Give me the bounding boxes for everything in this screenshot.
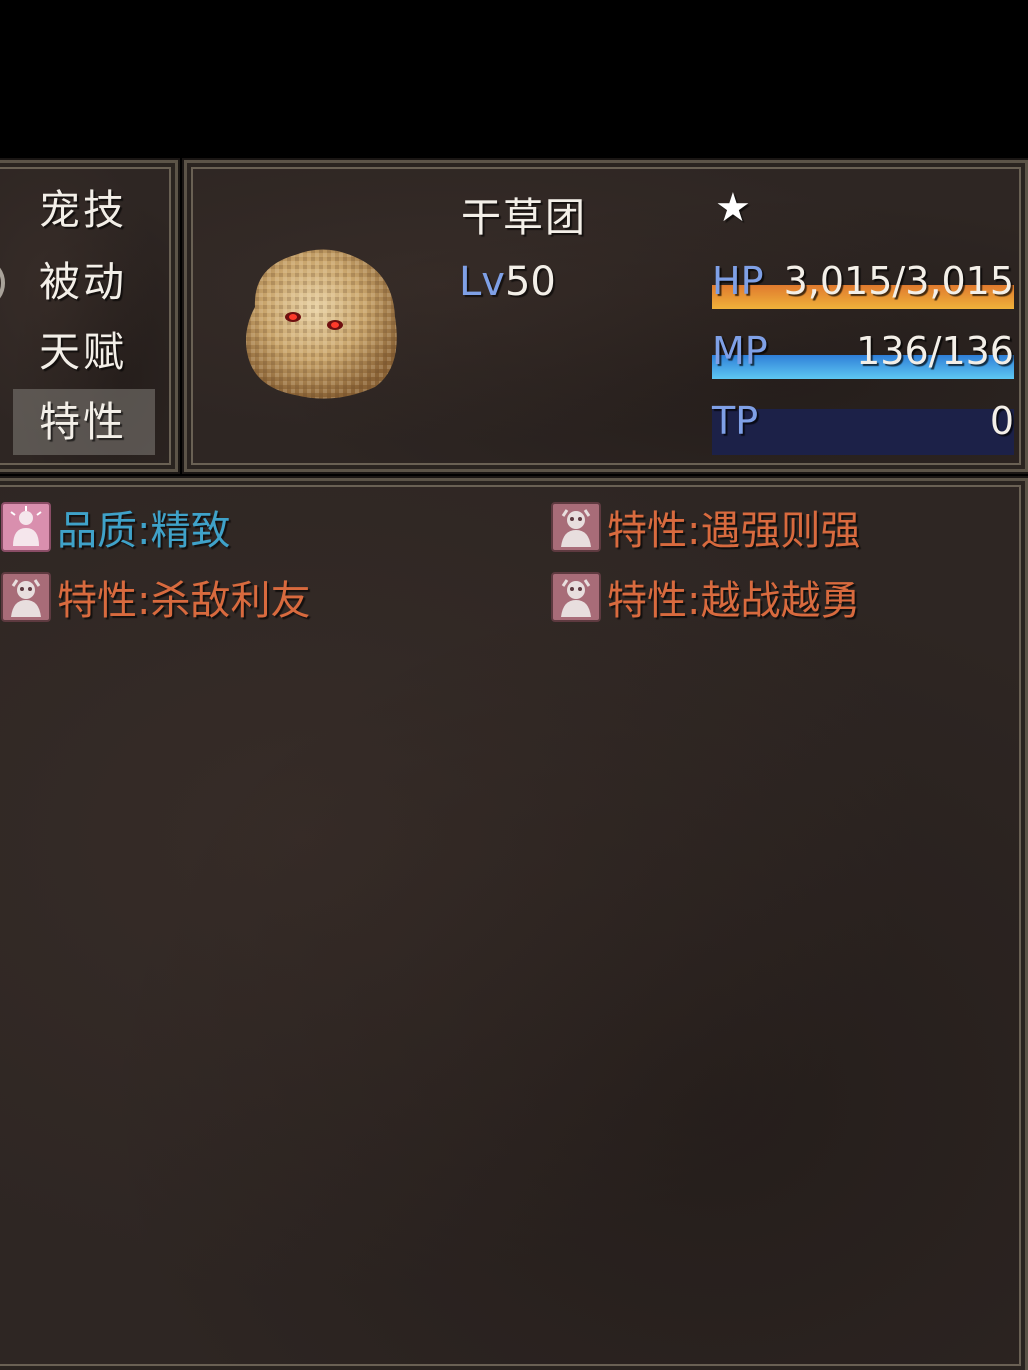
traits-list-window: 品质:精致 特性:遇强则强 特性:杀敌利友 特性:越战越勇 <box>0 478 1028 1370</box>
trait-monster-icon <box>1 572 51 622</box>
command-traits[interactable]: 特性 <box>13 389 155 455</box>
hp-label: HP <box>712 259 764 303</box>
quality-person-icon <box>1 502 51 552</box>
tp-gauge: TP 0 <box>712 395 1014 455</box>
hp-gauge: HP 3,015/3,015 <box>712 255 1014 315</box>
star-rank-icon: ★ <box>715 185 751 231</box>
trait-item-braver-in-battle[interactable]: 特性:越战越勇 <box>551 571 860 627</box>
hp-value: 3,015/3,015 <box>783 259 1014 303</box>
trait-text: 品质:精致 <box>57 508 231 554</box>
trait-text: 特性:遇强则强 <box>607 508 861 554</box>
tp-label: TP <box>712 399 759 443</box>
hay-ball-monster-sprite <box>246 249 397 399</box>
mp-gauge: MP 136/136 <box>712 325 1014 385</box>
trait-item-quality[interactable]: 品质:精致 <box>1 501 230 557</box>
trait-item-kill-help-ally[interactable]: 特性:杀敌利友 <box>1 571 310 627</box>
pet-name: 干草团 <box>461 195 587 241</box>
trait-text: 特性:越战越勇 <box>607 578 861 624</box>
level-prefix: Lv <box>459 259 505 305</box>
tp-value: 0 <box>989 399 1014 443</box>
letterbox-top <box>0 0 1028 160</box>
trait-item-strong-vs-strong[interactable]: 特性:遇强则强 <box>551 501 860 557</box>
command-talent[interactable]: 天赋 <box>13 319 155 385</box>
pet-level: Lv50 <box>459 259 556 305</box>
mp-value: 136/136 <box>856 329 1014 373</box>
scroll-indicator-icon <box>0 267 5 299</box>
command-passive[interactable]: 被动 <box>13 249 155 315</box>
pet-status-window: 干草团 ★ Lv50 HP 3,015/3,015 MP 136/136 TP … <box>184 160 1028 472</box>
mp-label: MP <box>712 329 768 373</box>
trait-text: 特性:杀敌利友 <box>57 578 311 624</box>
command-pet-skills[interactable]: 宠技 <box>13 177 155 243</box>
command-window: 宠技 被动 天赋 特性 <box>0 160 178 472</box>
level-value: 50 <box>504 259 556 305</box>
trait-monster-icon <box>551 502 601 552</box>
trait-monster-icon <box>551 572 601 622</box>
